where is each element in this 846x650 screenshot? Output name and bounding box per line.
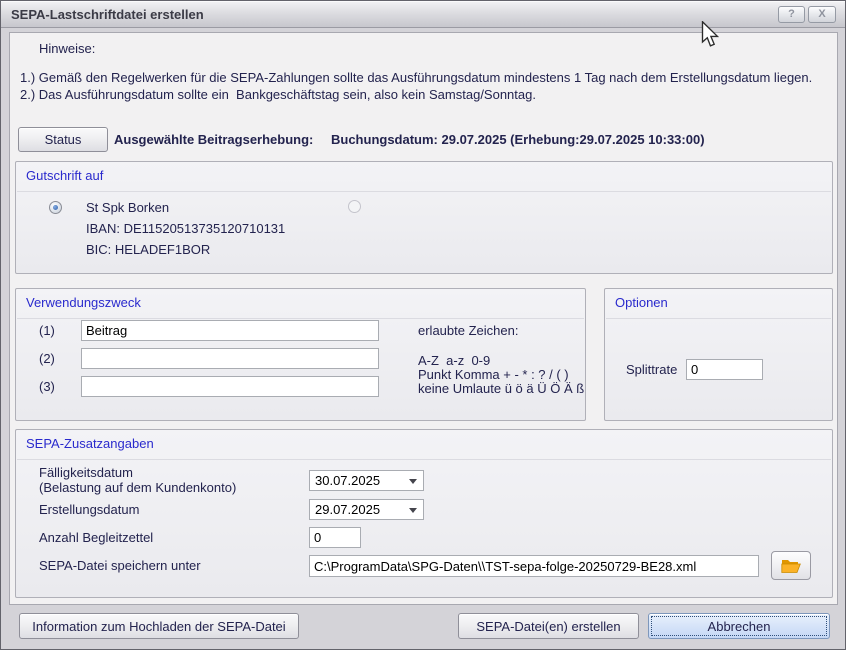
hinweise-heading: Hinweise:	[39, 41, 95, 56]
save-path-input[interactable]	[309, 555, 759, 577]
chevron-down-icon	[409, 479, 417, 484]
splittrate-input[interactable]	[686, 359, 763, 380]
allowed-chars-heading: erlaubte Zeichen:	[418, 323, 518, 338]
splittrate-label: Splittrate	[626, 362, 677, 377]
chevron-down-icon	[409, 508, 417, 513]
purpose-row-1-label: (1)	[39, 323, 55, 338]
cancel-button-label: Abbrechen	[708, 619, 771, 634]
due-date-label: Fälligkeitsdatum (Belastung auf dem Kund…	[39, 465, 236, 495]
booking-date-value: Buchungsdatum: 29.07.2025 (Erhebung:29.0…	[331, 132, 705, 147]
zusatzangaben-group-title: SEPA-Zusatzangaben	[26, 436, 154, 451]
close-button[interactable]: X	[808, 6, 836, 23]
due-date-value: 30.07.2025	[315, 473, 380, 488]
window-title: SEPA-Lastschriftdatei erstellen	[11, 7, 204, 22]
account-name-label: St Spk Borken	[86, 200, 169, 215]
save-path-label: SEPA-Datei speichern unter	[39, 558, 201, 573]
browse-folder-button[interactable]	[771, 551, 811, 580]
upload-info-button[interactable]: Information zum Hochladen der SEPA-Datei	[19, 613, 299, 639]
cancel-button[interactable]: Abbrechen	[648, 613, 830, 639]
account-bic-label: BIC: HELADEF1BOR	[86, 242, 210, 257]
status-button[interactable]: Status	[18, 127, 108, 152]
group-separator	[17, 191, 831, 192]
optionen-groupbox: Optionen	[604, 288, 833, 421]
due-date-dropdown[interactable]: 30.07.2025	[309, 470, 424, 491]
hinweise-line-2: 2.) Das Ausführungsdatum sollte ein Bank…	[20, 87, 536, 102]
purpose-input-3[interactable]	[81, 376, 379, 397]
create-sepa-file-button-label: SEPA-Datei(en) erstellen	[476, 619, 620, 634]
hinweise-line-1: 1.) Gemäß den Regelwerken für die SEPA-Z…	[20, 70, 812, 85]
create-sepa-file-button[interactable]: SEPA-Datei(en) erstellen	[458, 613, 639, 639]
due-date-label-line-1: Fälligkeitsdatum	[39, 465, 236, 480]
sepa-dialog-window: SEPA-Lastschriftdatei erstellen ? X Hinw…	[0, 0, 846, 650]
allowed-chars-line-1: A-Z a-z 0-9	[418, 353, 490, 368]
group-separator	[606, 318, 831, 319]
purpose-row-2-label: (2)	[39, 351, 55, 366]
accompanying-slips-label: Anzahl Begleitzettel	[39, 530, 153, 545]
mouse-cursor-icon	[701, 21, 719, 51]
purpose-input-1[interactable]	[81, 320, 379, 341]
group-separator	[17, 318, 584, 319]
account-radio-unselected-icon[interactable]	[348, 200, 361, 213]
folder-open-icon	[781, 558, 801, 574]
gutschrift-groupbox: Gutschrift auf	[15, 161, 833, 274]
creation-date-value: 29.07.2025	[315, 502, 380, 517]
account-iban-label: IBAN: DE11520513735120710131	[86, 221, 285, 236]
gutschrift-group-title: Gutschrift auf	[26, 168, 103, 183]
verwendungszweck-group-title: Verwendungszweck	[26, 295, 141, 310]
allowed-chars-line-2: Punkt Komma + - * : ? / ( )	[418, 367, 569, 382]
creation-date-label: Erstellungsdatum	[39, 502, 139, 517]
selected-collection-label: Ausgewählte Beitragserhebung:	[114, 132, 313, 147]
accompanying-slips-input[interactable]	[309, 527, 361, 548]
help-button[interactable]: ?	[778, 6, 805, 23]
optionen-group-title: Optionen	[615, 295, 668, 310]
account-radio-selected-icon[interactable]	[49, 201, 62, 214]
upload-info-button-label: Information zum Hochladen der SEPA-Datei	[32, 619, 285, 634]
due-date-label-line-2: (Belastung auf dem Kundenkonto)	[39, 480, 236, 495]
creation-date-dropdown[interactable]: 29.07.2025	[309, 499, 424, 520]
group-separator	[17, 459, 831, 460]
purpose-input-2[interactable]	[81, 348, 379, 369]
allowed-chars-line-3: keine Umlaute ü ö ä Ü Ö Ä ß	[418, 381, 584, 396]
purpose-row-3-label: (3)	[39, 379, 55, 394]
status-button-label: Status	[45, 132, 82, 147]
